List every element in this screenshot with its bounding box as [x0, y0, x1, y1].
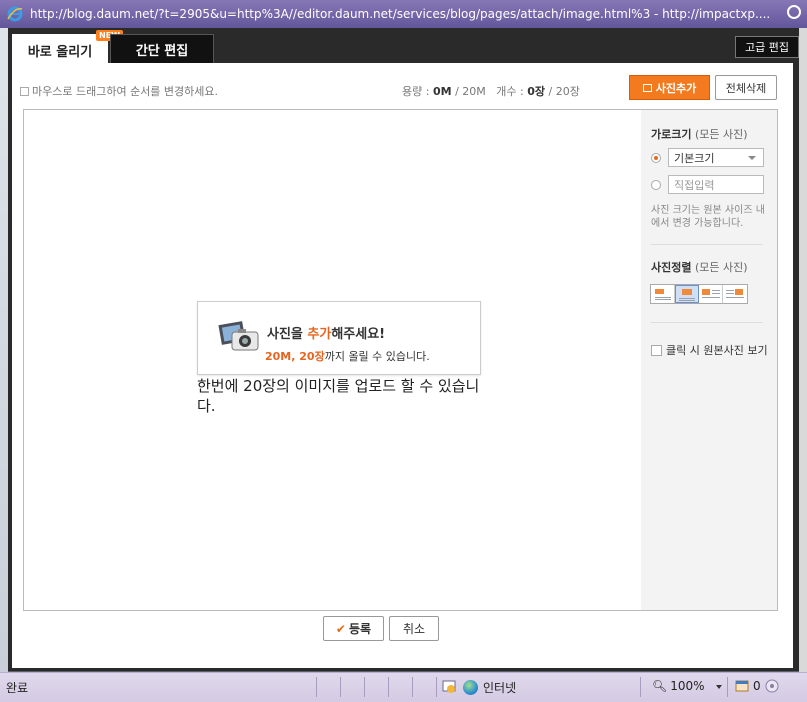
usage-info: 용량 : 0M / 20M 개수 : 0장 / 20장 [402, 83, 580, 99]
align-center-button[interactable] [675, 285, 699, 303]
options-sidebar: 가로크기 (모든 사진) 기본크기 직접입력 사진 크기는 원본 사이즈 내에서… [641, 109, 778, 611]
upload-alt-text: 한번에 20장의 이미지를 업로드 할 수 있습니다. [197, 377, 480, 415]
empty-title-prefix: 사진을 [267, 327, 308, 342]
background-page-left [0, 26, 8, 672]
empty-title-accent: 추가 [307, 327, 332, 342]
window-titlebar: http://blog.daum.net/?t=2905&u=http%3A//… [0, 0, 807, 28]
background-page-right [799, 26, 807, 672]
size-select-value: 기본크기 [674, 151, 715, 165]
status-divider [640, 677, 641, 697]
delete-all-button[interactable]: 전체삭제 [715, 75, 777, 100]
size-custom-radio[interactable] [651, 180, 661, 190]
status-divider [388, 677, 389, 697]
tab-simple-edit[interactable]: 간단 편집 [110, 34, 214, 64]
view-original-label: 클릭 시 원본사진 보기 [666, 344, 768, 357]
width-title: 가로크기 (모든 사진) [651, 126, 748, 142]
align-wrap-left-button[interactable] [699, 285, 723, 303]
register-label: 등록 [348, 622, 372, 636]
drag-hint-checkbox-icon [20, 86, 29, 96]
status-text: 완료 [6, 681, 29, 695]
empty-state-title: 사진을 추가해주세요! [267, 323, 385, 342]
popup-count-value: 0 [753, 679, 761, 693]
sidebar-divider [651, 244, 763, 245]
window-icon [735, 680, 749, 692]
add-photo-label: 사진추가 [655, 81, 697, 95]
globe-icon [463, 680, 478, 695]
view-original-checkbox[interactable] [651, 344, 662, 356]
width-title-scope: (모든 사진) [694, 128, 748, 141]
capacity-label: 용량 : [402, 85, 430, 98]
capacity-used: 0M [432, 85, 452, 98]
zoom-level: 100% [670, 679, 705, 693]
drag-hint-text: 마우스로 드래그하여 순서를 변경하세요. [32, 85, 219, 98]
zoom-dropdown-icon[interactable] [716, 685, 722, 689]
checkmark-icon: ✔ [335, 621, 346, 636]
count-used: 0장 [527, 85, 545, 98]
status-bar: 완료 인터넷 🔍︎ 100% 0 [0, 672, 807, 702]
ie-logo-icon [7, 6, 23, 22]
count-total: / 20장 [548, 85, 580, 98]
size-description: 사진 크기는 원본 사이즈 내에서 변경 가능합니다. [651, 205, 765, 229]
width-title-label: 가로크기 [651, 128, 692, 141]
size-select[interactable]: 기본크기 [668, 148, 764, 167]
empty-subtitle-accent: 20M, 20장 [265, 350, 325, 363]
empty-subtitle-suffix: 까지 올릴 수 있습니다. [324, 350, 430, 363]
photo-icon [642, 83, 652, 92]
zoom-icon: 🔍︎ [652, 679, 668, 693]
cancel-button[interactable]: 취소 [389, 616, 439, 641]
size-default-radio[interactable] [651, 153, 661, 163]
capacity-total: / 20M [455, 85, 486, 98]
zoom-control[interactable]: 🔍︎ 100% [652, 679, 705, 693]
upload-area[interactable]: 사진을 추가해주세요! 20M, 20장까지 올릴 수 있습니다. 한번에 20… [23, 109, 642, 611]
window-control-icon[interactable] [787, 5, 801, 19]
align-title: 사진정렬 (모든 사진) [651, 259, 748, 275]
status-divider [340, 677, 341, 697]
add-photo-button[interactable]: 사진추가 [629, 75, 710, 100]
count-label: 개수 : [496, 85, 524, 98]
empty-title-suffix: 해주세요! [331, 327, 386, 342]
size-custom-input[interactable]: 직접입력 [668, 175, 764, 194]
empty-state-subtitle: 20M, 20장까지 올릴 수 있습니다. [265, 348, 430, 364]
status-divider [316, 677, 317, 697]
protected-mode-icon[interactable] [442, 680, 456, 694]
align-wrap-right-button[interactable] [723, 285, 747, 303]
settings-icon [765, 679, 779, 693]
window-title-url: http://blog.daum.net/?t=2905&u=http%3A//… [30, 7, 770, 21]
drag-hint: 마우스로 드래그하여 순서를 변경하세요. [20, 83, 218, 99]
align-title-label: 사진정렬 [651, 261, 692, 274]
register-button[interactable]: ✔ 등록 [323, 616, 384, 641]
align-title-scope: (모든 사진) [694, 261, 748, 274]
dialog-frame: 바로 올리기 NEW 간단 편집 고급 편집 마우스로 드래그하여 순서를 변경… [8, 28, 799, 671]
security-zone-label: 인터넷 [483, 681, 517, 695]
security-zone[interactable]: 인터넷 [463, 679, 516, 696]
advanced-edit-button[interactable]: 고급 편집 [735, 36, 799, 58]
status-divider [412, 677, 413, 697]
empty-state-box: 사진을 추가해주세요! 20M, 20장까지 올릴 수 있습니다. [197, 301, 481, 375]
sidebar-divider-2 [651, 322, 763, 323]
status-divider [727, 677, 728, 697]
popup-count[interactable]: 0 [735, 679, 779, 693]
align-left-button[interactable] [651, 285, 675, 303]
status-divider [364, 677, 365, 697]
view-original-option[interactable]: 클릭 시 원본사진 보기 [651, 342, 768, 358]
chevron-down-icon [748, 156, 756, 160]
align-button-group [650, 284, 748, 304]
status-divider [436, 677, 437, 697]
upload-panel: 마우스로 드래그하여 순서를 변경하세요. 용량 : 0M / 20M 개수 :… [12, 63, 793, 668]
camera-icon [218, 321, 259, 351]
